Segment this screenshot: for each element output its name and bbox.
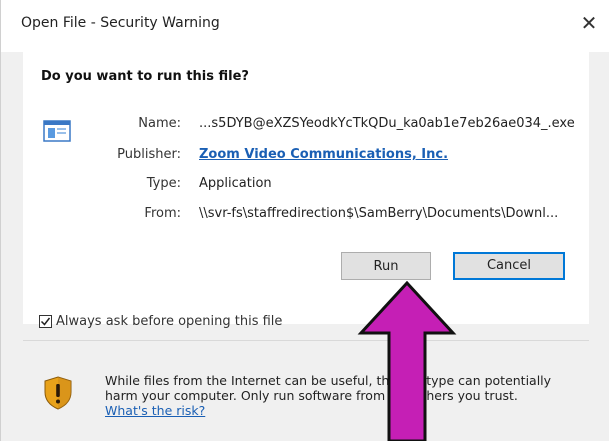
type-value: Application <box>199 176 272 191</box>
name-label: Name: <box>138 116 181 131</box>
shield-warning-icon <box>44 376 72 410</box>
annotation-arrow-up-icon <box>357 281 457 441</box>
from-label: From: <box>144 206 181 221</box>
always-ask-label: Always ask before opening this file <box>56 314 283 329</box>
dialog-content: Do you want to run this file? Name: ...s… <box>23 52 589 324</box>
warning-message: While files from the Internet can be use… <box>105 373 585 418</box>
close-button[interactable]: ✕ <box>577 11 601 35</box>
window-title: Open File - Security Warning <box>21 15 220 31</box>
always-ask-option[interactable]: Always ask before opening this file <box>39 314 282 329</box>
publisher-label: Publisher: <box>117 147 181 162</box>
always-ask-checkbox[interactable] <box>39 315 52 328</box>
name-value: ...s5DYB@eXZSYeodkYcTkQDu_ka0ab1e7eb26ae… <box>199 116 575 131</box>
run-button[interactable]: Run <box>341 252 431 280</box>
dialog-question: Do you want to run this file? <box>41 69 249 84</box>
checkmark-icon <box>40 317 51 326</box>
security-warning-dialog: Open File - Security Warning ✕ Do you wa… <box>0 0 609 441</box>
warning-text: While files from the Internet can be use… <box>105 373 552 403</box>
from-value: \\svr-fs\staffredirection$\SamBerry\Docu… <box>199 206 559 221</box>
divider <box>23 340 589 341</box>
publisher-link[interactable]: Zoom Video Communications, Inc. <box>199 147 448 162</box>
title-bar: Open File - Security Warning ✕ <box>1 0 609 52</box>
cancel-button[interactable]: Cancel <box>453 252 565 280</box>
type-label: Type: <box>146 176 181 191</box>
whats-the-risk-link[interactable]: What's the risk? <box>105 403 205 418</box>
